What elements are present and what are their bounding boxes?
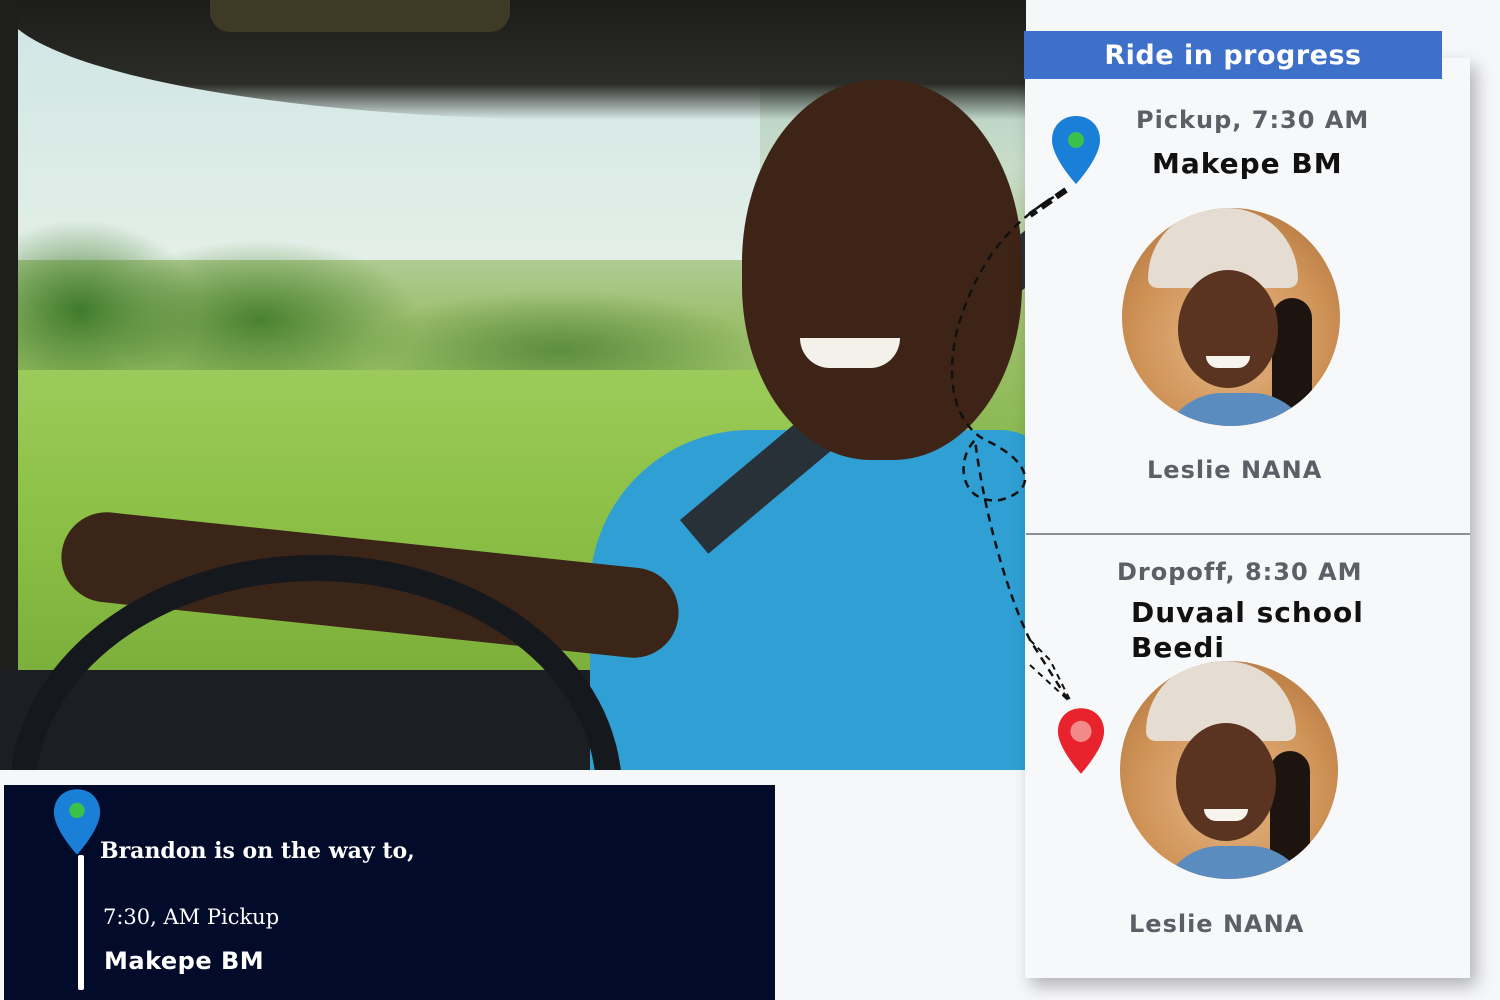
dropoff-passenger-avatar[interactable] [1120, 661, 1338, 879]
dropoff-place: Duvaal school Beedi [1131, 596, 1364, 664]
photo-driver-head [742, 80, 1022, 460]
photo-trees [0, 200, 780, 390]
ride-card-title: Ride in progress [1024, 31, 1442, 79]
pickup-time: Pickup, 7:30 AM [1136, 106, 1370, 134]
dropoff-pin-icon [1057, 708, 1105, 774]
photo-driver-smile [800, 338, 900, 368]
photo-pillar [0, 0, 18, 770]
status-message: Brandon is on the way to, [100, 838, 415, 864]
photo-visor [210, 0, 510, 32]
status-time: 7:30, AM Pickup [103, 905, 280, 929]
dropoff-passenger-name: Leslie NANA [1129, 910, 1305, 938]
card-divider [1026, 533, 1470, 535]
pickup-passenger-name: Leslie NANA [1147, 456, 1323, 484]
status-timeline [78, 855, 84, 990]
status-place: Makepe BM [104, 947, 265, 975]
driver-photo [0, 0, 1026, 770]
dropoff-time: Dropoff, 8:30 AM [1117, 558, 1363, 586]
status-pin-icon [53, 789, 101, 855]
pickup-passenger-avatar[interactable] [1122, 208, 1340, 426]
pickup-place: Makepe BM [1152, 147, 1343, 180]
pickup-pin-icon [1052, 116, 1100, 184]
